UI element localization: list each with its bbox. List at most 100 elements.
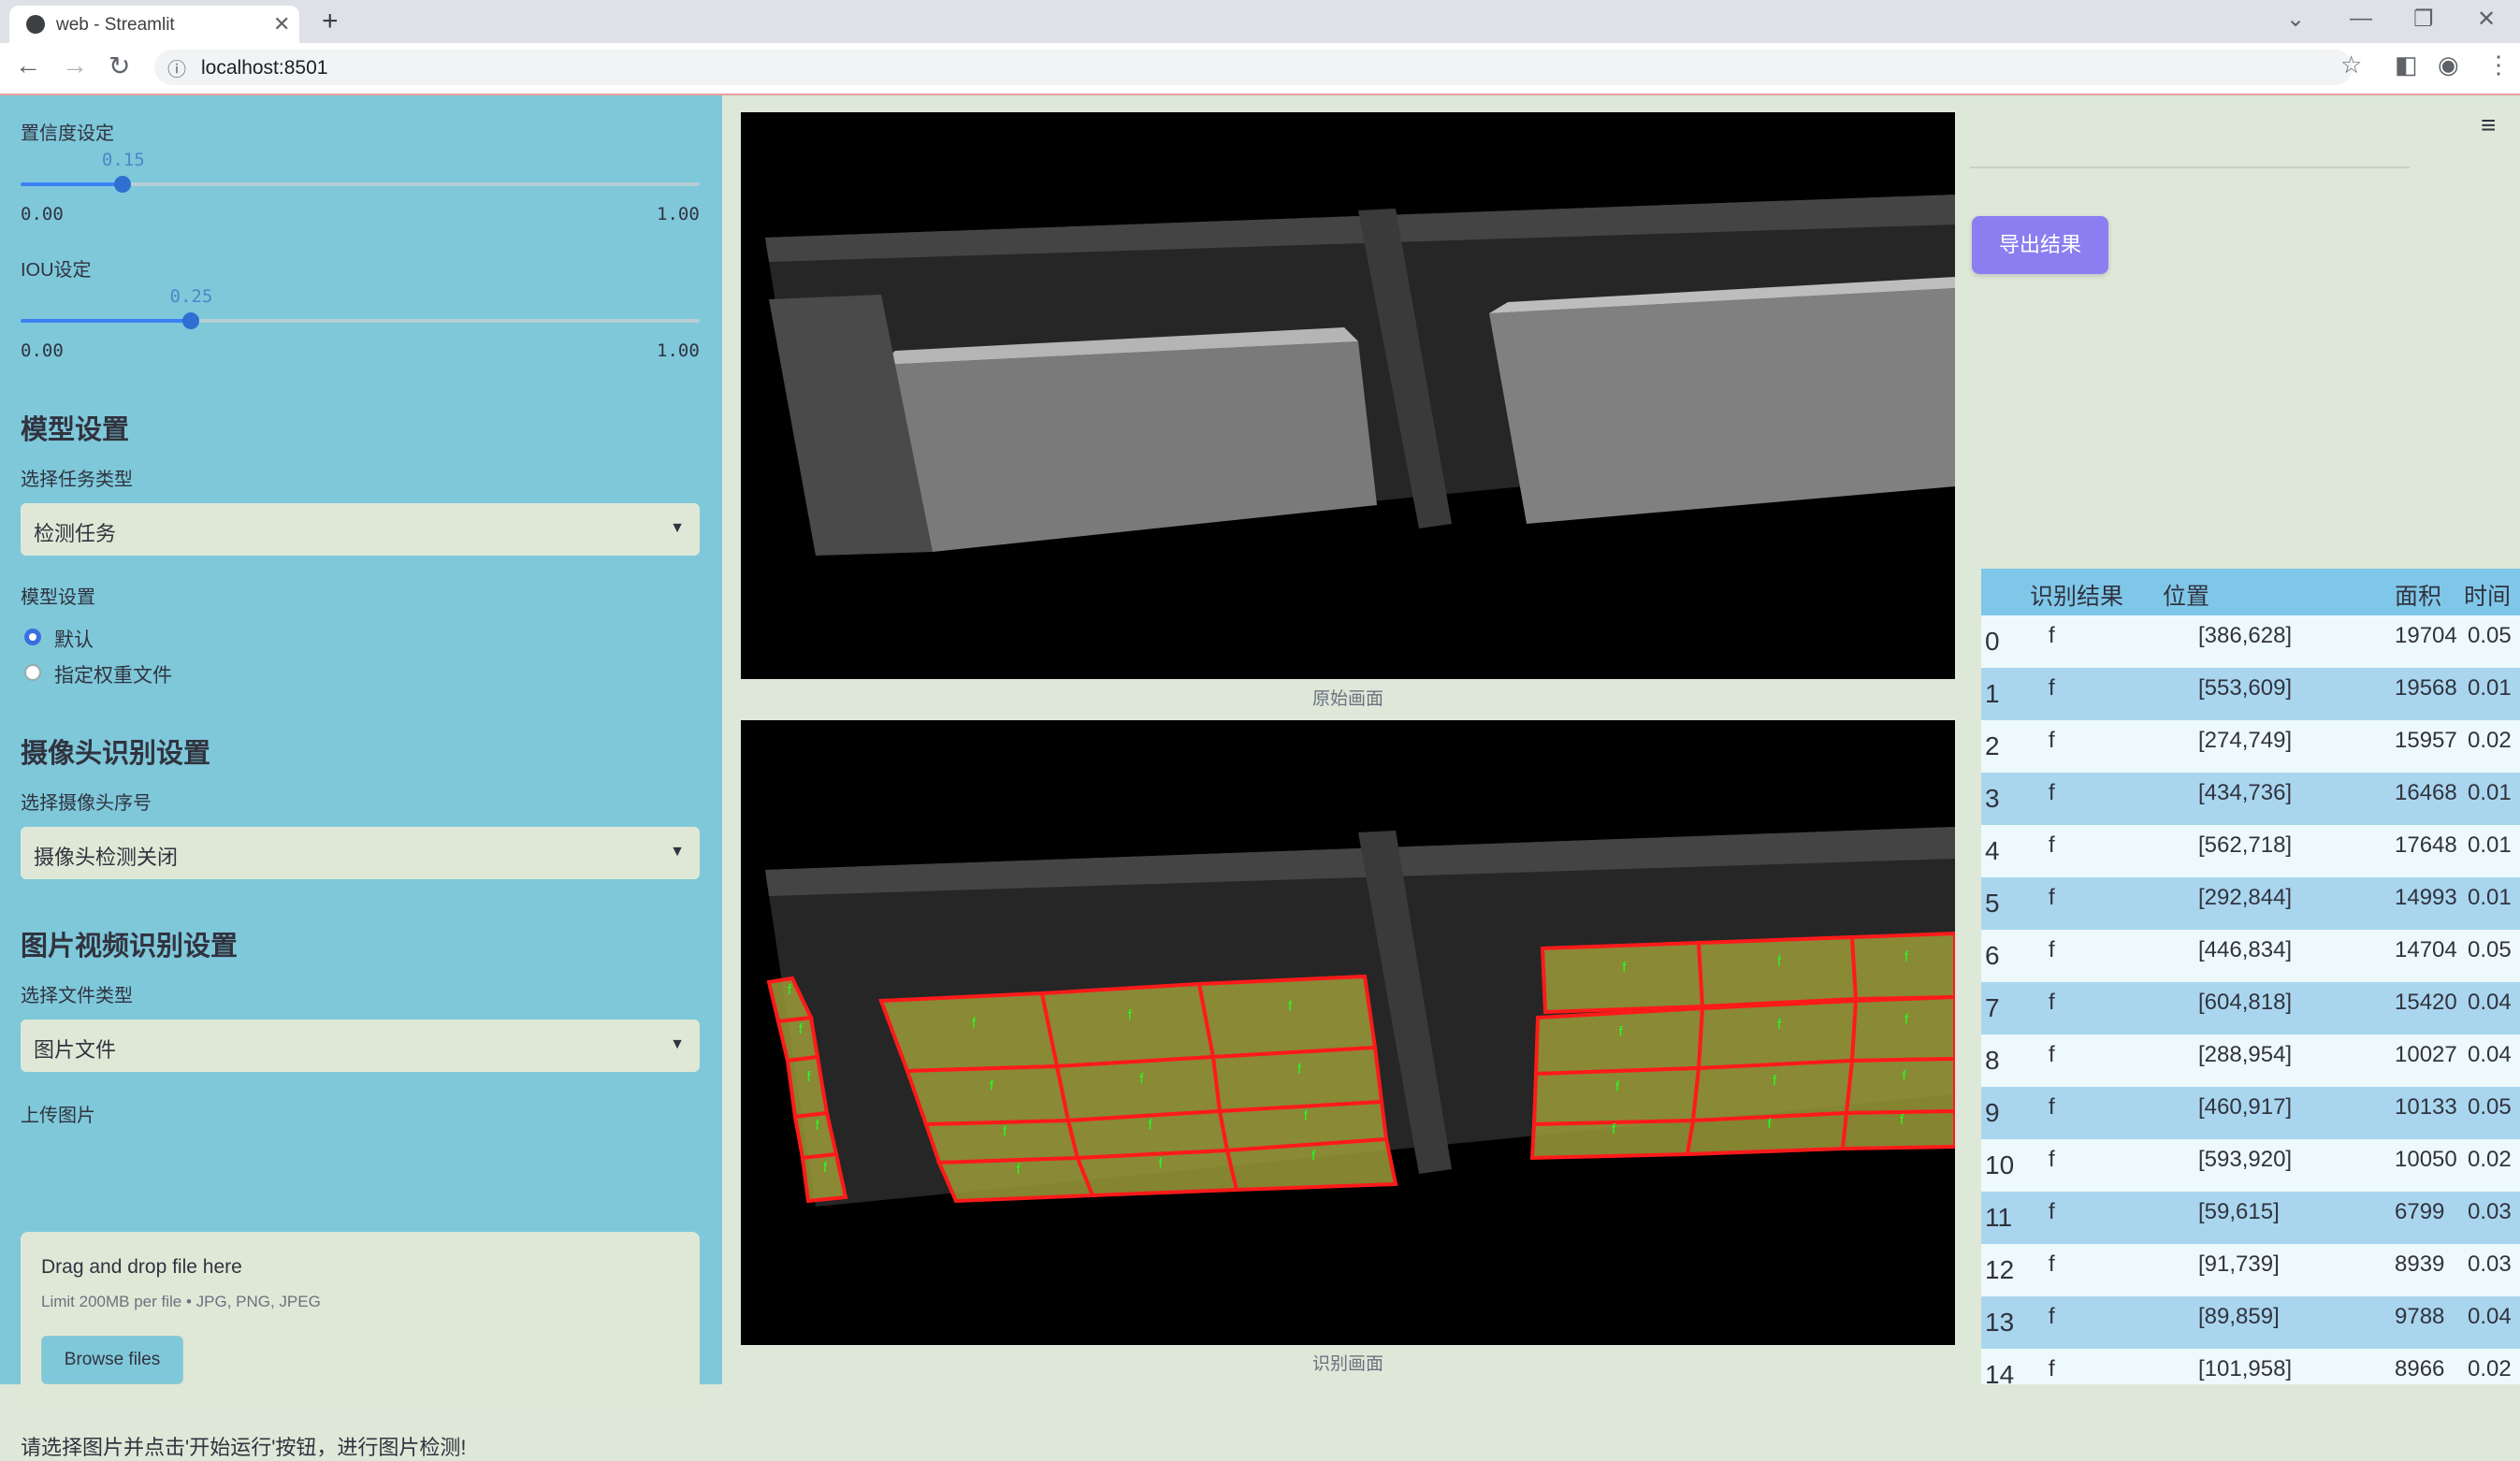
browser-tab[interactable]: web - Streamlit ✕ xyxy=(9,6,299,43)
table-row[interactable]: 8 f [288,954] 10027 0.04 xyxy=(1981,1034,2520,1087)
detection-box xyxy=(1540,940,1705,1015)
bookmark-star-icon[interactable]: ☆ xyxy=(2340,51,2362,80)
detection-box xyxy=(1224,1136,1398,1193)
cell-area: 9788 xyxy=(2395,1304,2445,1329)
forward-icon[interactable]: → xyxy=(62,51,88,80)
iou-min: 0.00 xyxy=(21,340,64,361)
detection-box xyxy=(878,991,1060,1074)
site-info-icon[interactable]: ⓘ xyxy=(167,54,186,81)
table-row[interactable]: 10 f [593,920] 10050 0.02 xyxy=(1981,1139,2520,1192)
cell-position: [434,736] xyxy=(2198,780,2293,805)
radio-custom-weights[interactable] xyxy=(24,664,41,681)
cell-result: f xyxy=(2049,885,2055,910)
cell-position: [446,834] xyxy=(2198,937,2293,962)
url-field[interactable]: ⓘ localhost:8501 xyxy=(154,50,2353,85)
iou-value: 0.25 xyxy=(169,286,213,307)
row-index: 1 xyxy=(1985,679,2000,708)
cell-time: 0.01 xyxy=(2468,885,2512,910)
confidence-slider[interactable] xyxy=(21,176,700,193)
cell-time: 0.04 xyxy=(2468,1304,2512,1329)
sidebar: 置信度设定 0.15 0.00 1.00 IOU设定 0.25 0.00 1.0… xyxy=(0,95,722,1459)
table-row[interactable]: 12 f [91,739] 8939 0.03 xyxy=(1981,1244,2520,1296)
chevron-down-icon: ▼ xyxy=(670,1036,685,1052)
table-row[interactable]: 9 f [460,917] 10133 0.05 xyxy=(1981,1087,2520,1139)
task-type-value: 检测任务 xyxy=(34,522,117,545)
main-menu-icon[interactable]: ≡ xyxy=(2481,110,2496,140)
cell-result: f xyxy=(2049,728,2055,753)
cell-time: 0.05 xyxy=(2468,937,2512,962)
browser-menu-icon[interactable]: ⋮ xyxy=(2486,51,2511,80)
table-row[interactable]: 4 f [562,718] 17648 0.01 xyxy=(1981,825,2520,877)
task-type-select[interactable]: 检测任务 ▼ xyxy=(21,503,700,556)
table-row[interactable]: 14 f [101,958] 8966 0.02 xyxy=(1981,1349,2520,1384)
cell-result: f xyxy=(2049,1304,2055,1329)
table-row[interactable]: 13 f [89,859] 9788 0.04 xyxy=(1981,1296,2520,1349)
cell-time: 0.03 xyxy=(2468,1251,2512,1277)
iou-slider[interactable] xyxy=(21,312,700,329)
cell-position: [593,920] xyxy=(2198,1147,2293,1172)
export-results-button[interactable]: 导出结果 xyxy=(1972,216,2108,274)
detection-box xyxy=(1840,1108,1955,1151)
cell-time: 0.04 xyxy=(2468,990,2512,1015)
cell-time: 0.05 xyxy=(2468,623,2512,648)
confidence-min: 0.00 xyxy=(21,204,64,224)
dropzone-title: Drag and drop file here xyxy=(41,1256,242,1278)
table-row[interactable]: 11 f [59,615] 6799 0.03 xyxy=(1981,1192,2520,1244)
row-index: 9 xyxy=(1985,1098,2000,1127)
file-type-value: 图片文件 xyxy=(34,1038,117,1062)
confidence-value: 0.15 xyxy=(101,150,145,170)
profile-avatar-icon[interactable]: ◉ xyxy=(2438,51,2459,80)
back-icon[interactable]: ← xyxy=(15,51,41,80)
camera-index-value: 摄像头检测关闭 xyxy=(34,846,179,869)
close-window-icon[interactable]: ✕ xyxy=(2477,6,2496,33)
tab-title: web - Streamlit xyxy=(56,15,175,35)
cell-position: [101,958] xyxy=(2198,1356,2293,1381)
side-panel-icon[interactable]: ◧ xyxy=(2395,51,2418,80)
tab-search-chevron-icon[interactable]: ⌄ xyxy=(2286,6,2305,33)
table-row[interactable]: 3 f [434,736] 16468 0.01 xyxy=(1981,773,2520,825)
cell-position: [386,628] xyxy=(2198,623,2293,648)
column-header-time[interactable]: 时间 xyxy=(2464,578,2511,612)
reload-icon[interactable]: ↻ xyxy=(109,51,130,81)
cell-position: [604,818] xyxy=(2198,990,2293,1015)
radio-custom-weights-label: 指定权重文件 xyxy=(54,665,172,687)
table-row[interactable]: 7 f [604,818] 15420 0.04 xyxy=(1981,982,2520,1034)
table-row[interactable]: 1 f [553,609] 19568 0.01 xyxy=(1981,668,2520,720)
table-row[interactable]: 2 f [274,749] 15957 0.02 xyxy=(1981,720,2520,773)
detection-box xyxy=(1075,1148,1239,1198)
close-tab-icon[interactable]: ✕ xyxy=(273,12,290,36)
iou-slider-fill xyxy=(21,319,191,323)
cell-position: [292,844] xyxy=(2198,885,2293,910)
file-uploader-dropzone[interactable]: Drag and drop file here Limit 200MB per … xyxy=(21,1232,700,1406)
detection-box xyxy=(1531,1065,1702,1127)
column-header-result[interactable]: 识别结果 xyxy=(2030,578,2123,612)
confidence-slider-handle[interactable] xyxy=(113,176,131,193)
cell-area: 15420 xyxy=(2395,990,2457,1015)
camera-index-select[interactable]: 摄像头检测关闭 ▼ xyxy=(21,827,700,879)
file-type-select[interactable]: 图片文件 ▼ xyxy=(21,1020,700,1072)
minimize-icon[interactable]: — xyxy=(2350,6,2372,32)
iou-max: 1.00 xyxy=(657,340,700,361)
table-row[interactable]: 5 f [292,844] 14993 0.01 xyxy=(1981,877,2520,930)
dropzone-limit: Limit 200MB per file • JPG, PNG, JPEG xyxy=(41,1293,321,1310)
table-row[interactable]: 0 f [386,628] 19704 0.05 xyxy=(1981,615,2520,668)
column-header-area[interactable]: 面积 xyxy=(2395,578,2441,612)
restore-icon[interactable]: ❐ xyxy=(2413,6,2434,33)
cell-area: 10133 xyxy=(2395,1094,2457,1120)
row-index: 7 xyxy=(1985,993,2000,1022)
new-tab-icon[interactable]: + xyxy=(322,6,339,37)
radio-default[interactable] xyxy=(24,629,41,645)
cell-time: 0.05 xyxy=(2468,1094,2512,1120)
cell-area: 10027 xyxy=(2395,1042,2457,1067)
media-settings-heading: 图片视频识别设置 xyxy=(21,932,239,962)
row-index: 3 xyxy=(1985,784,2000,813)
table-row[interactable]: 6 f [446,834] 14704 0.05 xyxy=(1981,930,2520,982)
row-index: 14 xyxy=(1985,1360,2015,1384)
url-text: localhost:8501 xyxy=(201,57,328,79)
iou-label: IOU设定 xyxy=(21,260,92,281)
browse-files-button[interactable]: Browse files xyxy=(41,1336,183,1384)
iou-slider-handle[interactable] xyxy=(181,312,199,329)
results-table[interactable]: 识别结果 位置 面积 时间 0 f [386,628] 19704 0.05 1 f [553… xyxy=(1981,569,2520,1384)
original-image-caption: 原始画面 xyxy=(1311,689,1383,709)
column-header-position[interactable]: 位置 xyxy=(2163,578,2209,612)
